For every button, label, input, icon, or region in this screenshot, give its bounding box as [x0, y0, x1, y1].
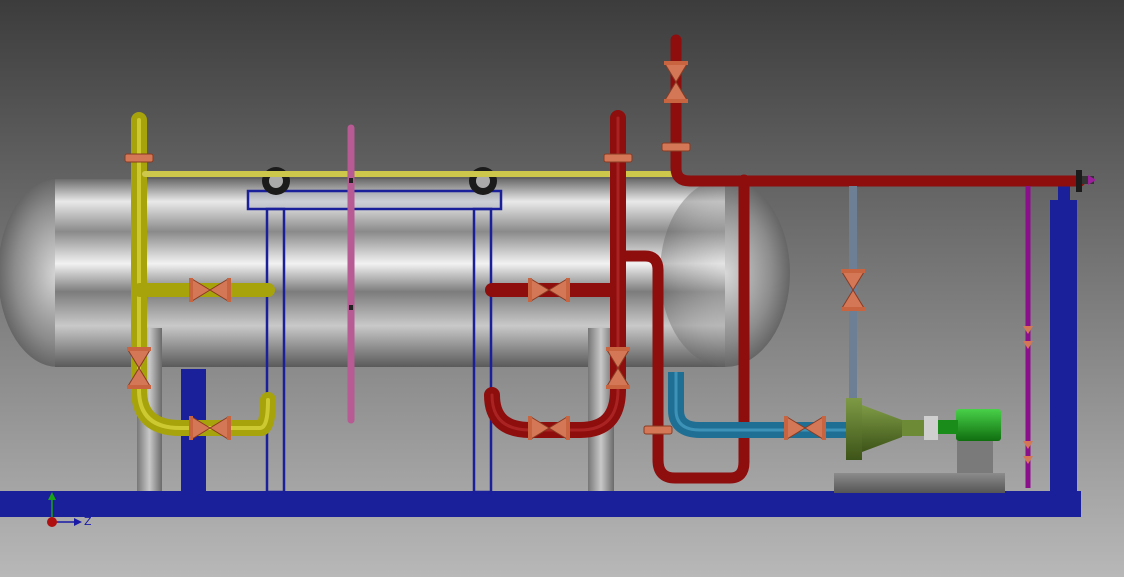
cad-viewport[interactable]: Z — [0, 0, 1124, 577]
pump-base[interactable] — [834, 473, 1005, 493]
flange — [124, 153, 154, 163]
model-scene[interactable] — [0, 0, 1124, 577]
pink-pipe-line[interactable] — [347, 124, 355, 424]
flange — [661, 142, 691, 152]
flange — [603, 153, 633, 163]
flange — [643, 425, 673, 435]
triad-z-label: Z — [84, 515, 92, 528]
